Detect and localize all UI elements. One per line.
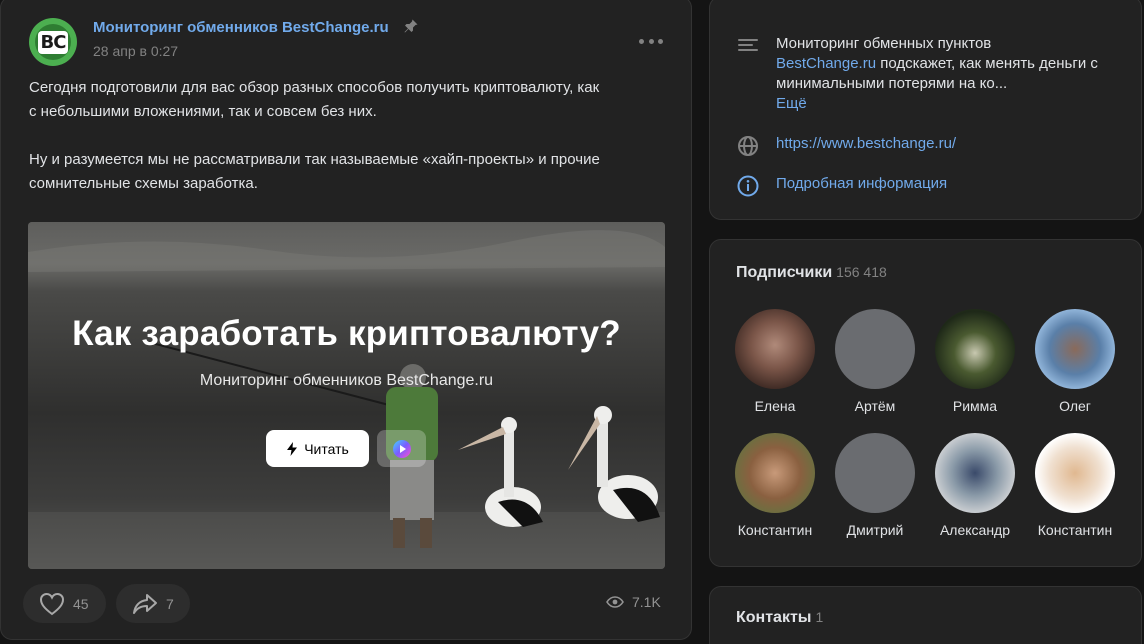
description-line: Мониторинг обменных пунктов: [776, 35, 992, 52]
contacts-title[interactable]: Контакты 1: [736, 609, 823, 627]
subscribers-label: Подписчики: [736, 264, 833, 281]
post-text-line: Сегодня подготовили для вас обзор разных…: [29, 79, 600, 96]
details-link[interactable]: Подробная информация: [776, 174, 947, 194]
share-icon: [133, 593, 157, 614]
share-button[interactable]: 7: [116, 584, 190, 623]
contacts-card: Контакты 1: [709, 586, 1142, 644]
show-more-link[interactable]: Ещё: [776, 95, 807, 112]
subscriber-name: Александр: [939, 522, 1011, 538]
subscriber-item[interactable]: Константин: [1025, 433, 1125, 538]
website-link[interactable]: https://www.bestchange.ru/: [776, 134, 956, 154]
article-cover-image: [28, 222, 665, 569]
play-orb-icon: [392, 439, 411, 458]
like-button[interactable]: 45: [23, 584, 106, 623]
group-name-link[interactable]: Мониторинг обменников BestChange.ru: [93, 19, 389, 36]
info-icon: [737, 175, 759, 197]
group-description: Мониторинг обменных пунктов BestChange.r…: [776, 34, 1106, 114]
details-row: Подробная информация: [736, 174, 947, 198]
subscriber-avatar: [1035, 309, 1115, 389]
subscriber-name: Артём: [854, 398, 896, 414]
subscriber-item[interactable]: Александр: [925, 433, 1025, 538]
more-options-icon[interactable]: [639, 32, 663, 50]
subscriber-name: Олег: [1059, 398, 1091, 414]
subscriber-name: Константин: [737, 522, 813, 538]
subscribers-count: 156 418: [836, 264, 887, 280]
pin-icon: [404, 19, 418, 33]
subscriber-name: Дмитрий: [846, 522, 904, 538]
subscriber-item[interactable]: Олег: [1025, 309, 1125, 414]
contacts-count: 1: [815, 609, 824, 625]
post-text-line: с небольшими вложениями, так и совсем бе…: [29, 103, 377, 120]
subscriber-avatar: [735, 309, 815, 389]
subscriber-avatar: [835, 309, 915, 389]
post-text-line: Ну и разумеется мы не рассматривали так …: [29, 151, 600, 168]
text-lines-icon: [738, 39, 758, 51]
post-text: Сегодня подготовили для вас обзор разных…: [29, 76, 669, 196]
like-count: 45: [73, 595, 89, 612]
subscriber-avatar: [935, 309, 1015, 389]
group-info-card: Мониторинг обменных пунктов BestChange.r…: [709, 0, 1142, 220]
subscriber-name: Константин: [1037, 522, 1113, 538]
website-row: https://www.bestchange.ru/: [736, 134, 956, 158]
eye-icon: [606, 596, 624, 608]
subscriber-item[interactable]: Елена: [725, 309, 825, 414]
logo-text: BC: [37, 30, 69, 54]
subscriber-item[interactable]: Дмитрий: [825, 433, 925, 538]
group-avatar[interactable]: BC: [29, 18, 77, 66]
post-date[interactable]: 28 апр в 0:27: [93, 43, 178, 59]
listen-article-button[interactable]: [377, 430, 426, 467]
subscribers-title[interactable]: Подписчики 156 418: [736, 264, 887, 282]
subscriber-avatar: [835, 433, 915, 513]
subscribers-card: Подписчики 156 418 Елена Артём Римма Олег…: [709, 239, 1142, 567]
description-row: Мониторинг обменных пунктов BestChange.r…: [736, 34, 1106, 114]
read-article-button[interactable]: Читать: [266, 430, 369, 467]
post-text-line: сомнительные схемы заработка.: [29, 175, 258, 192]
subscriber-name: Елена: [754, 398, 796, 414]
globe-icon: [738, 136, 758, 156]
article-subtitle: Мониторинг обменников BestChange.ru: [199, 372, 494, 389]
subscriber-name: Римма: [952, 398, 998, 414]
article-title: Как заработать криптовалюту?: [72, 314, 621, 353]
subscriber-item[interactable]: Римма: [925, 309, 1025, 414]
contacts-label: Контакты: [736, 609, 812, 626]
subscriber-avatar: [735, 433, 815, 513]
lightning-icon: [287, 441, 298, 456]
subscriber-item[interactable]: Артём: [825, 309, 925, 414]
share-count: 7: [166, 595, 174, 612]
subscriber-avatar: [1035, 433, 1115, 513]
heart-icon: [39, 592, 65, 615]
view-count: 7.1K: [632, 594, 661, 610]
article-snippet[interactable]: Как заработать криптовалюту? Мониторинг …: [28, 222, 665, 569]
read-button-label: Читать: [304, 440, 349, 457]
description-link[interactable]: BestChange.ru: [776, 55, 876, 72]
subscriber-item[interactable]: Константин: [725, 433, 825, 538]
views-counter: 7.1K: [606, 594, 661, 610]
post-header: BC Мониторинг обменников BestChange.ru 2…: [29, 18, 669, 66]
subscriber-avatar: [935, 433, 1015, 513]
